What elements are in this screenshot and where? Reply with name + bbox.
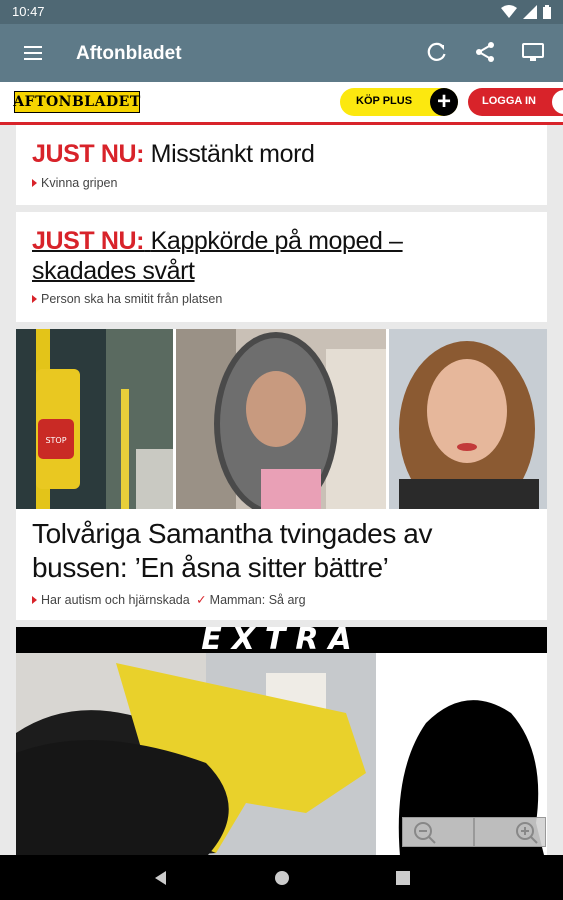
app-title: Aftonbladet <box>76 43 182 64</box>
article-card[interactable]: EXTRA <box>16 627 547 867</box>
logga-in-button[interactable]: LOGGA IN <box>468 88 563 116</box>
battery-icon <box>543 5 551 19</box>
mother-photo <box>389 329 547 509</box>
article-subline: Kvinna gripen <box>32 176 117 190</box>
subline-text: Har autism och hjärnskada <box>41 593 190 607</box>
bullet-triangle-icon <box>32 295 37 303</box>
recents-icon[interactable] <box>394 869 412 887</box>
svg-text:STOP: STOP <box>45 436 66 445</box>
zoom-out-icon[interactable] <box>402 817 474 847</box>
headline-text: Misstänkt mord <box>150 140 315 168</box>
breaking-tag: JUST NU: <box>32 227 145 255</box>
refresh-icon[interactable] <box>425 40 449 64</box>
article-headline[interactable]: JUST NU: Misstänkt mord <box>32 139 315 169</box>
cast-icon[interactable] <box>521 40 545 64</box>
article-subline: Har autism och hjärnskada ✓ Mamman: Så ar… <box>32 592 306 607</box>
article-headline[interactable]: Tolvåriga Samantha tvingades av bussen: … <box>32 517 532 585</box>
app-bar-actions <box>425 40 545 64</box>
wifi-icon <box>501 5 517 18</box>
subline-text: Kvinna gripen <box>41 176 118 190</box>
article-subline: Person ska ha smitit från platsen <box>32 292 222 306</box>
news-feed: JUST NU: Misstänkt mord Kvinna gripen JU… <box>16 125 547 874</box>
article-card[interactable]: JUST NU: Kappkörde på moped – skadades s… <box>16 212 547 322</box>
toggle-knob <box>552 90 563 114</box>
back-icon[interactable] <box>152 869 170 887</box>
subline-text: Mamman: Så arg <box>209 593 306 607</box>
plus-icon: + <box>430 88 458 116</box>
brand-bar: AFTONBLADET KÖP PLUS + LOGGA IN <box>0 82 563 125</box>
article-card[interactable]: JUST NU: Misstänkt mord Kvinna gripen <box>16 125 547 205</box>
logga-in-label: LOGGA IN <box>482 95 536 107</box>
app-bar: Aftonbladet <box>0 24 563 82</box>
home-icon[interactable] <box>273 869 291 887</box>
zoom-controls <box>402 817 547 847</box>
status-icons <box>501 5 551 19</box>
status-bar: 10:47 <box>0 0 563 24</box>
bullet-triangle-icon <box>32 179 37 187</box>
system-nav-bar <box>0 855 563 900</box>
breaking-tag: JUST NU: <box>32 140 145 168</box>
check-icon: ✓ <box>196 593 207 607</box>
bullet-triangle-icon <box>32 596 37 604</box>
article-card[interactable]: STOP Tolvåriga Samantha tvingades av bus… <box>16 329 547 620</box>
menu-icon[interactable] <box>22 42 44 64</box>
share-icon[interactable] <box>473 40 497 64</box>
signal-icon <box>523 5 537 19</box>
extra-banner: EXTRA <box>16 627 547 653</box>
subline-text: Person ska ha smitit från platsen <box>41 292 223 306</box>
article-image-row[interactable]: STOP <box>16 329 547 509</box>
aftonbladet-logo[interactable]: AFTONBLADET <box>13 91 140 113</box>
kop-plus-label: KÖP PLUS <box>356 95 413 107</box>
article-headline[interactable]: JUST NU: Kappkörde på moped – skadades s… <box>32 226 472 286</box>
zoom-in-icon[interactable] <box>474 817 546 847</box>
bus-stop-button-photo: STOP <box>16 329 173 509</box>
samantha-photo <box>176 329 386 509</box>
status-time: 10:47 <box>12 4 45 19</box>
kop-plus-button[interactable]: KÖP PLUS + <box>340 88 458 116</box>
